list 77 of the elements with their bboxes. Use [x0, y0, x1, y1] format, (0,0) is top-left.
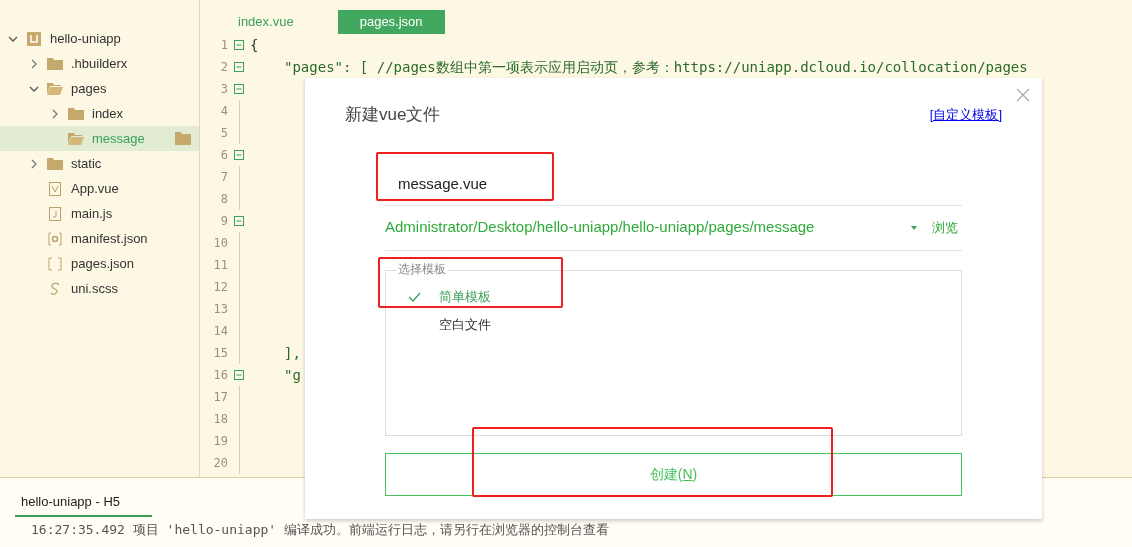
tree-item[interactable]: uni.scss: [0, 276, 199, 301]
tree-item-label: pages: [71, 79, 107, 98]
tree-item-label: .hbuilderx: [71, 54, 128, 73]
line-number: 10: [212, 235, 228, 252]
folder-icon: [175, 132, 191, 145]
open-folder-icon: [47, 82, 63, 95]
fold-icon[interactable]: [234, 216, 244, 226]
console-tab[interactable]: hello-uniapp - H5: [15, 492, 152, 517]
tree-item-label: static: [71, 154, 102, 173]
gear-file-icon: [48, 231, 62, 246]
folder-icon: [47, 157, 63, 170]
line-number: 14: [212, 323, 228, 340]
line-number: 2: [219, 59, 228, 76]
tree-item[interactable]: pages: [0, 76, 199, 101]
line-number: 20: [212, 455, 228, 472]
group-legend: 选择模板: [396, 262, 448, 275]
line-number: 1: [219, 37, 228, 54]
line-number: 19: [212, 433, 228, 450]
open-folder-icon: [68, 132, 84, 145]
tree-item-label: manifest.json: [71, 229, 148, 248]
tree-item[interactable]: static: [0, 151, 199, 176]
swirl-icon: [49, 281, 61, 296]
tree-item-label: index: [92, 104, 124, 123]
console-log: 16:27:35.492 项目 'hello-uniapp' 编译成功。前端运行日志，请另行在浏览器的控制台查看: [31, 521, 610, 538]
chevron-right-icon[interactable]: [29, 158, 39, 169]
tree-item-label: App.vue: [71, 179, 119, 198]
check-icon: [408, 291, 421, 302]
fold-icon[interactable]: [234, 370, 244, 380]
code-text: {: [250, 35, 259, 55]
line-number: 11: [212, 257, 228, 274]
tree-item[interactable]: hello-uniapp: [0, 26, 199, 51]
code-text: ],: [284, 343, 301, 363]
fold-icon[interactable]: [234, 150, 244, 160]
tree-item[interactable]: index: [0, 101, 199, 126]
folder-icon: [47, 57, 63, 70]
code-text: "g: [284, 365, 301, 385]
line-number: 16: [212, 367, 228, 384]
chevron-right-icon[interactable]: [29, 58, 39, 69]
tree-item[interactable]: .hbuilderx: [0, 51, 199, 76]
chevron-right-icon[interactable]: [50, 108, 60, 119]
filename-field[interactable]: message.vue: [385, 163, 962, 206]
j-file-icon: [49, 206, 61, 221]
tree-item-label: hello-uniapp: [50, 29, 121, 48]
tree-item-label: uni.scss: [71, 279, 118, 298]
line-number: 12: [212, 279, 228, 296]
brackets-icon: [48, 256, 62, 271]
line-number: 9: [219, 213, 228, 230]
dialog-title: 新建vue文件: [345, 104, 441, 126]
fold-icon[interactable]: [234, 84, 244, 94]
line-number: 6: [219, 147, 228, 164]
line-number: 5: [219, 125, 228, 142]
custom-template-link[interactable]: [自定义模板]: [929, 105, 1002, 125]
tree-item-label: message: [92, 129, 145, 148]
line-number: 4: [219, 103, 228, 120]
line-number: 3: [219, 81, 228, 98]
line-number: 18: [212, 411, 228, 428]
folder-icon: [68, 107, 84, 120]
line-number: 13: [212, 301, 228, 318]
project-icon: [27, 31, 41, 46]
line-number: 17: [212, 389, 228, 406]
code-text: "pages": [ //pages数组中第一项表示应用启动页，参考：https://uniapp.dcloud.io/collocation/pages: [284, 57, 1028, 77]
v-file-icon: [49, 181, 61, 196]
template-option[interactable]: 简单模板: [408, 282, 961, 311]
tree-item[interactable]: main.js: [0, 201, 199, 226]
line-number: 7: [219, 169, 228, 186]
tree-item[interactable]: manifest.json: [0, 226, 199, 251]
tree-item-label: pages.json: [71, 254, 134, 273]
close-icon[interactable]: [1016, 88, 1030, 102]
template-option[interactable]: 空白文件: [408, 310, 961, 339]
tree-item[interactable]: App.vue: [0, 176, 199, 201]
tree-item[interactable]: pages.json: [0, 251, 199, 276]
fold-icon[interactable]: [234, 62, 244, 72]
line-number: 15: [212, 345, 228, 362]
line-number: 8: [219, 191, 228, 208]
dropdown-caret-icon[interactable]: [910, 224, 918, 231]
fold-icon[interactable]: [234, 40, 244, 50]
tree-item-label: main.js: [71, 204, 113, 223]
